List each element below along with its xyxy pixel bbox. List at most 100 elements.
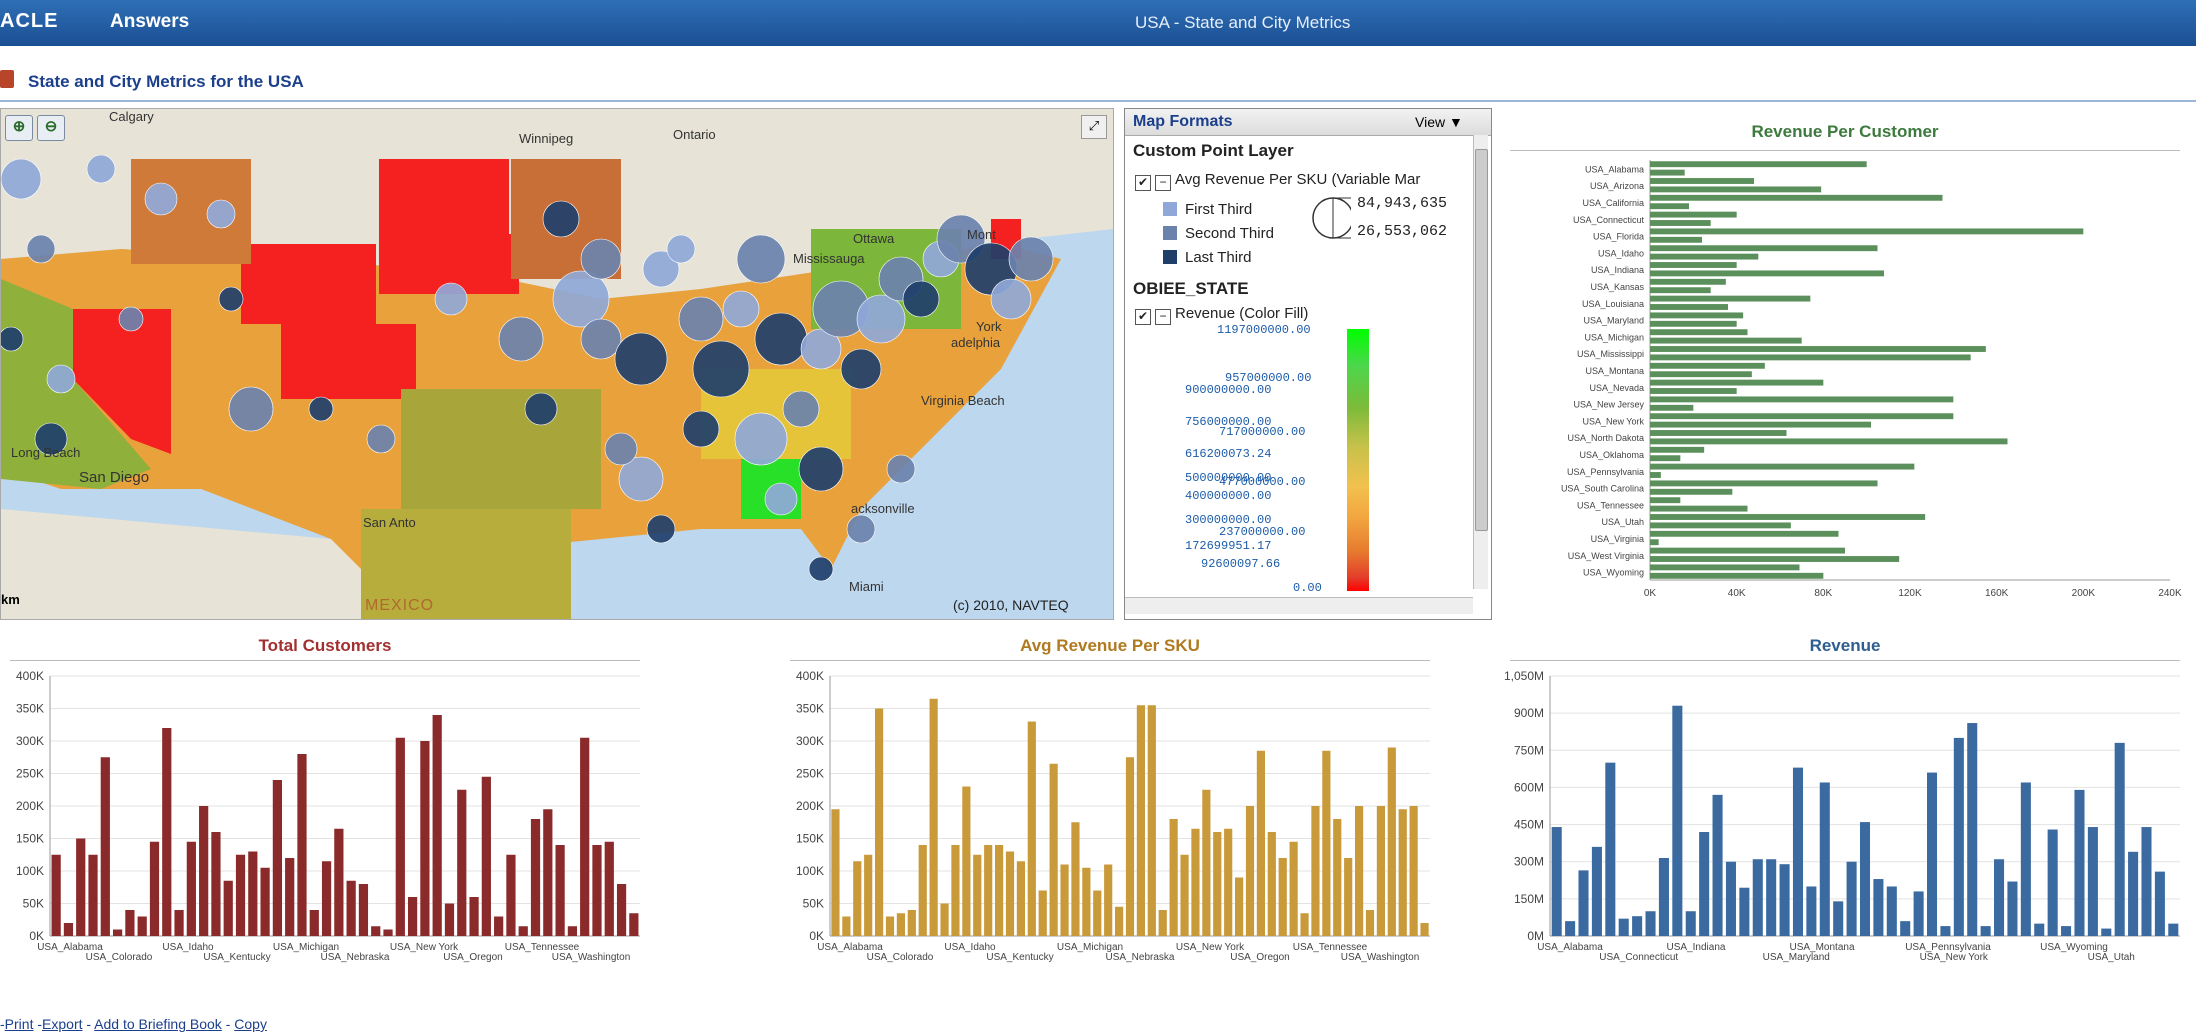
bar[interactable] <box>853 861 862 936</box>
bar[interactable] <box>383 929 393 937</box>
bar[interactable] <box>1158 910 1167 936</box>
bar[interactable] <box>2020 782 2031 936</box>
city-bubble[interactable] <box>692 340 750 398</box>
bar[interactable] <box>1650 514 1926 520</box>
bar[interactable] <box>1650 312 1744 319</box>
bar[interactable] <box>432 715 442 936</box>
city-bubble[interactable] <box>144 182 178 216</box>
bar[interactable] <box>907 910 916 936</box>
bar[interactable] <box>885 916 895 937</box>
bar[interactable] <box>1967 723 1978 936</box>
bar[interactable] <box>395 737 405 936</box>
bar[interactable] <box>1365 910 1375 936</box>
bar[interactable] <box>592 845 602 936</box>
print-link[interactable]: Print <box>5 1016 34 1032</box>
bar[interactable] <box>1147 705 1156 936</box>
bar[interactable] <box>1267 832 1276 936</box>
bar[interactable] <box>1191 828 1200 936</box>
bar[interactable] <box>1650 505 1748 512</box>
bar[interactable] <box>469 897 479 936</box>
bar[interactable] <box>567 926 578 936</box>
bar[interactable] <box>149 841 160 936</box>
bar[interactable] <box>1300 913 1309 936</box>
bar[interactable] <box>1650 186 1822 193</box>
bar[interactable] <box>2101 928 2112 936</box>
city-bubble[interactable] <box>764 482 798 516</box>
bar[interactable] <box>1278 858 1287 936</box>
bar[interactable] <box>297 754 307 936</box>
bar[interactable] <box>1104 864 1113 937</box>
bar[interactable] <box>457 789 467 936</box>
bar[interactable] <box>186 841 196 936</box>
bar[interactable] <box>1049 763 1058 936</box>
bar[interactable] <box>125 910 135 936</box>
bar[interactable] <box>1333 819 1342 936</box>
us-map[interactable] <box>1 109 1113 619</box>
city-bubble[interactable] <box>1008 236 1054 282</box>
bar[interactable] <box>1650 379 1824 386</box>
city-bubble[interactable] <box>782 390 820 428</box>
bar[interactable] <box>2034 923 2045 936</box>
bar[interactable] <box>506 854 516 936</box>
bar[interactable] <box>2087 827 2098 936</box>
bar[interactable] <box>2154 871 2165 936</box>
city-bubble[interactable] <box>902 280 940 318</box>
layer1-collapse-icon[interactable]: − <box>1155 175 1171 191</box>
bar[interactable] <box>1980 926 1991 936</box>
city-bubble[interactable] <box>1 158 42 200</box>
bar[interactable] <box>1180 854 1189 936</box>
city-bubble[interactable] <box>682 410 720 448</box>
bar[interactable] <box>1632 916 1643 936</box>
city-bubble[interactable] <box>734 412 788 466</box>
bar[interactable] <box>1650 539 1659 546</box>
bar[interactable] <box>1650 530 1839 537</box>
city-bubble[interactable] <box>646 514 676 544</box>
bar[interactable] <box>1650 337 1802 344</box>
bar[interactable] <box>1650 287 1711 294</box>
layer2-checkbox[interactable]: ✔ <box>1135 309 1151 325</box>
bar[interactable] <box>1060 864 1069 937</box>
bar[interactable] <box>1712 794 1723 936</box>
bar[interactable] <box>1792 767 1804 936</box>
bar[interactable] <box>1650 178 1754 184</box>
bar[interactable] <box>1344 858 1353 936</box>
bar[interactable] <box>1409 806 1418 936</box>
bar[interactable] <box>1650 228 2084 235</box>
bar[interactable] <box>984 845 993 936</box>
bar[interactable] <box>76 838 86 937</box>
city-bubble[interactable] <box>524 392 558 426</box>
bar[interactable] <box>1650 354 1971 361</box>
legend-scroll-thumb[interactable] <box>1475 149 1488 531</box>
bar[interactable] <box>1115 906 1124 936</box>
bar[interactable] <box>1376 806 1385 936</box>
bar[interactable] <box>530 819 541 936</box>
bar[interactable] <box>1650 304 1728 310</box>
bar[interactable] <box>543 809 553 936</box>
bar[interactable] <box>494 916 504 937</box>
bar[interactable] <box>555 845 565 936</box>
bar[interactable] <box>174 910 184 936</box>
bar[interactable] <box>272 780 283 936</box>
bar[interactable] <box>1071 822 1080 936</box>
city-bubble[interactable] <box>86 154 116 184</box>
bar[interactable] <box>1650 320 1737 327</box>
bar[interactable] <box>1650 346 1986 352</box>
bar[interactable] <box>1578 870 1589 936</box>
bar[interactable] <box>2047 829 2058 936</box>
bar[interactable] <box>1311 806 1320 936</box>
bar[interactable] <box>1650 421 1871 428</box>
city-bubble[interactable] <box>542 200 580 238</box>
bar[interactable] <box>604 841 614 936</box>
bar[interactable] <box>918 845 927 936</box>
bar[interactable] <box>929 698 938 936</box>
bar[interactable] <box>211 832 221 936</box>
bar[interactable] <box>1779 864 1790 936</box>
bar[interactable] <box>1038 890 1047 937</box>
city-bubble[interactable] <box>808 556 834 582</box>
bar[interactable] <box>629 913 639 936</box>
bar[interactable] <box>1565 921 1576 936</box>
bar[interactable] <box>1551 827 1562 936</box>
bar[interactable] <box>358 884 369 936</box>
bar[interactable] <box>1169 819 1178 936</box>
add-to-briefing-book-link[interactable]: Add to Briefing Book <box>94 1016 222 1032</box>
